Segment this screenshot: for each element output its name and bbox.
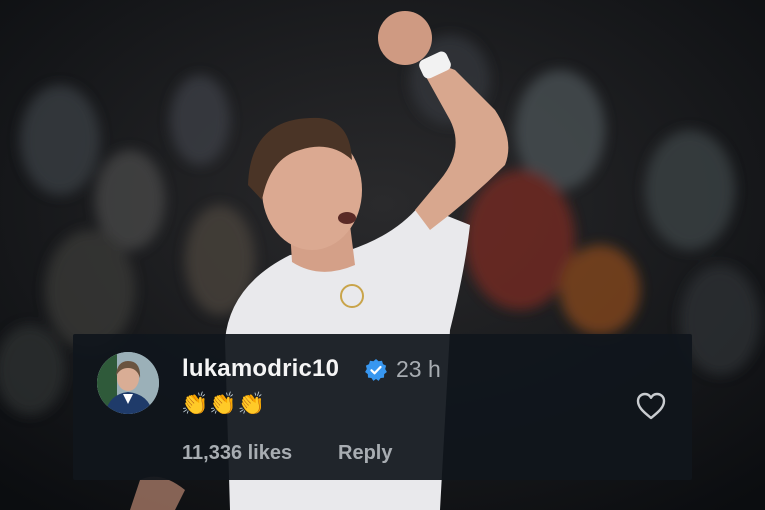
verified-badge-icon [364,358,388,382]
comment-likes-count[interactable]: 11,336 likes [182,442,292,465]
avatar[interactable] [97,352,159,414]
comment-text: 👏👏👏 [181,391,267,416]
reply-button[interactable]: Reply [338,442,392,465]
comment-username[interactable]: lukamodric10 [182,355,339,383]
comment-card: lukamodric10 23 h 👏👏👏 11,336 likes Reply [73,334,692,480]
heart-outline-icon[interactable] [635,391,667,421]
comment-timestamp[interactable]: 23 h [396,356,441,383]
